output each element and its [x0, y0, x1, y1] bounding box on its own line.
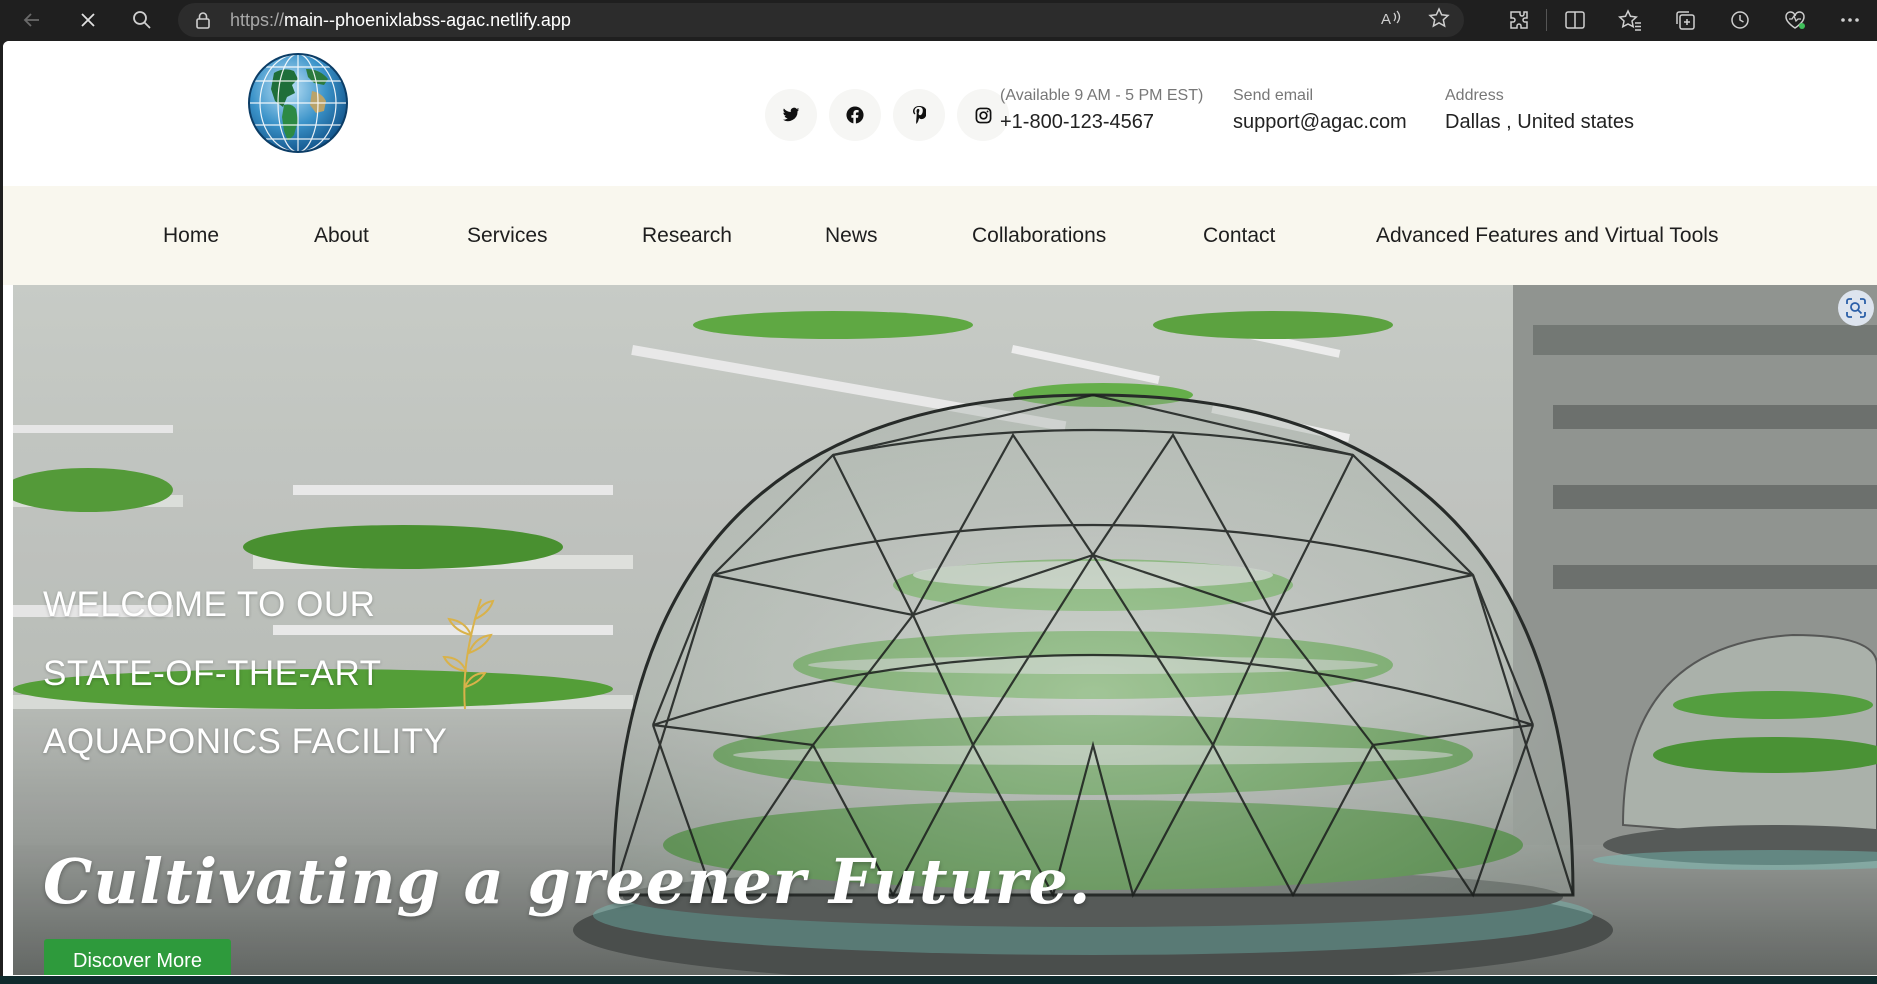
hero-tagline: Cultivating a greener Future.: [43, 845, 1092, 918]
nav-home[interactable]: Home: [163, 186, 219, 285]
nav-research[interactable]: Research: [642, 186, 732, 285]
email-label: Send email: [1233, 87, 1314, 104]
facebook-icon[interactable]: [829, 89, 881, 141]
nav-services[interactable]: Services: [467, 186, 548, 285]
social-links: [765, 89, 1009, 141]
email-address[interactable]: support@agac.com: [1233, 111, 1407, 134]
hero-banner: WELCOME TO OUR STATE-OF-THE-ART AQUAPONI…: [13, 285, 1877, 975]
svg-text:A: A: [1381, 11, 1391, 28]
visual-search-icon[interactable]: [1838, 290, 1874, 326]
more-icon[interactable]: [1822, 0, 1877, 40]
globe-logo-icon[interactable]: [246, 51, 350, 155]
hero-welcome-line-2: STATE-OF-THE-ART: [43, 654, 382, 693]
search-icon[interactable]: [120, 0, 164, 40]
favorite-star-icon[interactable]: [1428, 6, 1450, 34]
url-scheme: https://: [230, 9, 285, 30]
split-screen-icon[interactable]: [1547, 0, 1602, 40]
pinterest-icon[interactable]: [893, 89, 945, 141]
phone-number[interactable]: +1-800-123-4567: [1000, 111, 1203, 134]
leaf-sprig-icon: [431, 591, 501, 716]
email-contact: Send email support@agac.com: [1233, 87, 1407, 134]
phone-contact: (Available 9 AM - 5 PM EST) +1-800-123-4…: [1000, 87, 1203, 134]
nav-contact[interactable]: Contact: [1203, 186, 1275, 285]
main-nav: Home About Services Research News Collab…: [3, 186, 1877, 285]
url-text[interactable]: https://main--phoenixlabss-agac.netlify.…: [230, 10, 571, 31]
lock-icon[interactable]: [194, 11, 212, 29]
browser-essentials-icon[interactable]: [1767, 0, 1822, 40]
nav-collaborations[interactable]: Collaborations: [972, 186, 1106, 285]
hero-welcome-line-1: WELCOME TO OUR: [43, 585, 376, 624]
address-contact: Address Dallas , United states: [1445, 87, 1634, 134]
page-viewport: (Available 9 AM - 5 PM EST) +1-800-123-4…: [3, 41, 1877, 976]
nav-news[interactable]: News: [825, 186, 878, 285]
read-aloud-icon[interactable]: A: [1380, 8, 1402, 33]
nav-about[interactable]: About: [314, 186, 369, 285]
address-label: Address: [1445, 87, 1504, 104]
hero-welcome-line-3: AQUAPONICS FACILITY: [43, 722, 448, 761]
twitter-icon[interactable]: [765, 89, 817, 141]
collections-icon[interactable]: [1657, 0, 1712, 40]
browser-toolbar: https://main--phoenixlabss-agac.netlify.…: [0, 0, 1877, 40]
stop-icon[interactable]: [66, 0, 110, 40]
site-header: (Available 9 AM - 5 PM EST) +1-800-123-4…: [3, 41, 1877, 186]
taskbar-edge: [0, 976, 1877, 984]
discover-more-button[interactable]: Discover More: [44, 939, 231, 975]
back-arrow-icon[interactable]: [10, 0, 54, 40]
history-icon[interactable]: [1712, 0, 1767, 40]
address-value: Dallas , United states: [1445, 111, 1634, 133]
favorites-icon[interactable]: [1602, 0, 1657, 40]
extensions-icon[interactable]: [1491, 0, 1546, 40]
nav-advanced-features[interactable]: Advanced Features and Virtual Tools: [1376, 186, 1718, 285]
phone-hours-label: (Available 9 AM - 5 PM EST): [1000, 87, 1204, 104]
url-host: main--phoenixlabss-agac.netlify.app: [284, 9, 571, 30]
address-bar[interactable]: https://main--phoenixlabss-agac.netlify.…: [178, 3, 1464, 37]
